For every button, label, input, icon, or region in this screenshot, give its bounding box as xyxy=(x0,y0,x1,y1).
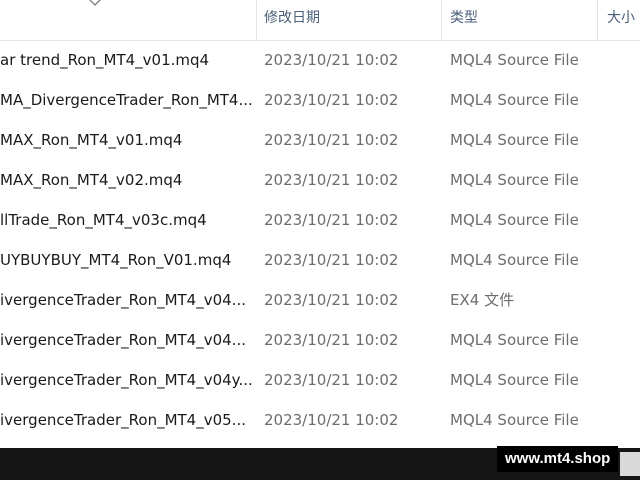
file-date-modified: 2023/10/21 10:02 xyxy=(264,251,399,269)
file-row[interactable]: ivergenceTrader_Ron_MT4_v05... 2023/10/2… xyxy=(0,401,640,441)
file-type: MQL4 Source File xyxy=(450,51,579,69)
file-date-modified: 2023/10/21 10:02 xyxy=(264,291,399,309)
column-header-type[interactable]: 类型 xyxy=(450,7,478,27)
file-row[interactable]: MAX_Ron_MT4_v01.mq4 2023/10/21 10:02 MQL… xyxy=(0,121,640,161)
file-name: ar trend_Ron_MT4_v01.mq4 xyxy=(0,51,210,69)
sort-ascending-chevron-icon[interactable] xyxy=(88,0,102,8)
file-name: ivergenceTrader_Ron_MT4_v05... xyxy=(0,411,246,429)
file-type: MQL4 Source File xyxy=(450,211,579,229)
column-header-bar: 修改日期 类型 大小 xyxy=(0,0,640,41)
column-divider[interactable] xyxy=(597,0,598,40)
file-type: EX4 文件 xyxy=(450,291,515,309)
file-row[interactable]: ivergenceTrader_Ron_MT4_v04... 2023/10/2… xyxy=(0,281,640,321)
file-row[interactable]: MAX_Ron_MT4_v02.mq4 2023/10/21 10:02 MQL… xyxy=(0,161,640,201)
file-name: MAX_Ron_MT4_v01.mq4 xyxy=(0,131,183,149)
file-name: llTrade_Ron_MT4_v03c.mq4 xyxy=(0,211,207,229)
file-date-modified: 2023/10/21 10:02 xyxy=(264,371,399,389)
file-type: MQL4 Source File xyxy=(450,91,579,109)
file-date-modified: 2023/10/21 10:02 xyxy=(264,171,399,189)
file-row[interactable]: MA_DivergenceTrader_Ron_MT4... 2023/10/2… xyxy=(0,81,640,121)
file-row[interactable]: UYBUYBUY_MT4_Ron_V01.mq4 2023/10/21 10:0… xyxy=(0,241,640,281)
file-date-modified: 2023/10/21 10:02 xyxy=(264,331,399,349)
file-explorer-window: 修改日期 类型 大小 ar trend_Ron_MT4_v01.mq4 2023… xyxy=(0,0,640,480)
file-date-modified: 2023/10/21 10:02 xyxy=(264,51,399,69)
file-row[interactable]: ivergenceTrader_Ron_MT4_v04... 2023/10/2… xyxy=(0,321,640,361)
file-name: ivergenceTrader_Ron_MT4_v04... xyxy=(0,331,246,349)
watermark-label: www.mt4.shop xyxy=(497,446,619,472)
file-name: MAX_Ron_MT4_v02.mq4 xyxy=(0,171,183,189)
file-name: UYBUYBUY_MT4_Ron_V01.mq4 xyxy=(0,251,232,269)
file-date-modified: 2023/10/21 10:02 xyxy=(264,211,399,229)
file-date-modified: 2023/10/21 10:02 xyxy=(264,411,399,429)
file-row[interactable]: ar trend_Ron_MT4_v01.mq4 2023/10/21 10:0… xyxy=(0,41,640,81)
column-header-date-modified[interactable]: 修改日期 xyxy=(264,7,320,27)
file-name: ivergenceTrader_Ron_MT4_v04y... xyxy=(0,371,253,389)
file-type: MQL4 Source File xyxy=(450,371,579,389)
file-row[interactable]: ivergenceTrader_Ron_MT4_v04y... 2023/10/… xyxy=(0,361,640,401)
column-divider[interactable] xyxy=(256,0,257,40)
file-name: MA_DivergenceTrader_Ron_MT4... xyxy=(0,91,253,109)
file-date-modified: 2023/10/21 10:02 xyxy=(264,91,399,109)
file-type: MQL4 Source File xyxy=(450,331,579,349)
file-list: ar trend_Ron_MT4_v01.mq4 2023/10/21 10:0… xyxy=(0,41,640,441)
watermark-backdrop xyxy=(620,452,640,476)
file-name: ivergenceTrader_Ron_MT4_v04... xyxy=(0,291,246,309)
file-type: MQL4 Source File xyxy=(450,171,579,189)
file-type: MQL4 Source File xyxy=(450,411,579,429)
file-date-modified: 2023/10/21 10:02 xyxy=(264,131,399,149)
column-header-size[interactable]: 大小 xyxy=(607,7,635,27)
column-divider[interactable] xyxy=(441,0,442,40)
file-row[interactable]: llTrade_Ron_MT4_v03c.mq4 2023/10/21 10:0… xyxy=(0,201,640,241)
file-type: MQL4 Source File xyxy=(450,131,579,149)
file-type: MQL4 Source File xyxy=(450,251,579,269)
